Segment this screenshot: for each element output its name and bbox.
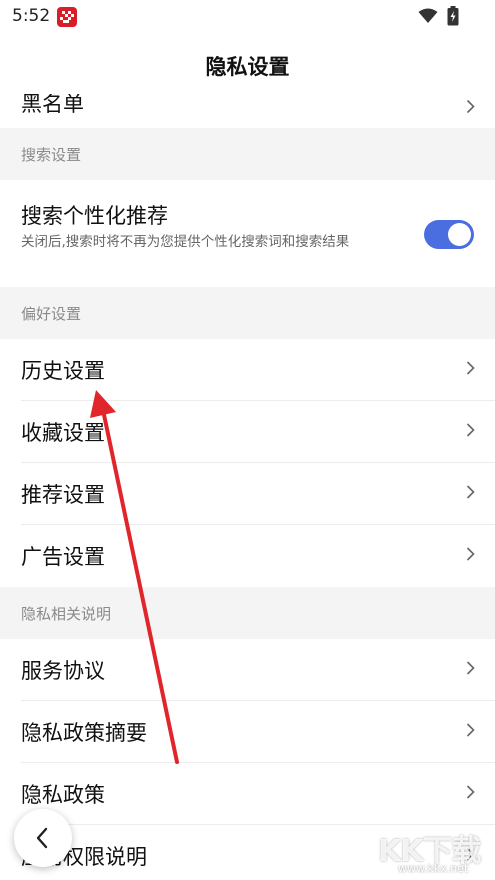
search-personalized-toggle[interactable] [424, 220, 474, 249]
section-label: 偏好设置 [21, 305, 82, 323]
chevron-right-icon [466, 423, 475, 442]
battery-charging-icon [447, 6, 459, 30]
watermark-url: www.kkx.net [398, 862, 469, 875]
search-personalized-row: 搜索个性化推荐 关闭后,搜索时将不再为您提供个性化搜索词和搜索结果 [0, 180, 495, 287]
settings-scroll-area[interactable]: 黑名单 搜索设置 搜索个性化推荐 关闭后,搜索时将不再为您提供个性化搜索词和搜索… [0, 94, 495, 880]
settings-list: 黑名单 搜索设置 搜索个性化推荐 关闭后,搜索时将不再为您提供个性化搜索词和搜索… [0, 94, 495, 880]
favorites-settings-label: 收藏设置 [21, 421, 105, 445]
blacklist-row[interactable]: 黑名单 [0, 94, 495, 128]
app-logo-icon [57, 7, 77, 27]
history-settings-row[interactable]: 历史设置 [0, 339, 495, 401]
recommend-settings-row[interactable]: 推荐设置 [0, 463, 495, 525]
back-button[interactable] [14, 809, 72, 867]
section-header-privacy: 隐私相关说明 [0, 587, 495, 639]
search-personalized-description: 关闭后,搜索时将不再为您提供个性化搜索词和搜索结果 [21, 234, 350, 250]
service-agreement-row[interactable]: 服务协议 [0, 639, 495, 701]
status-bar: 5:52 [0, 0, 495, 34]
section-header-preference: 偏好设置 [0, 287, 495, 339]
blacklist-label: 黑名单 [21, 94, 84, 116]
chevron-right-icon [466, 361, 475, 380]
favorites-settings-row[interactable]: 收藏设置 [0, 401, 495, 463]
chevron-right-icon [466, 661, 475, 680]
chevron-left-icon [36, 827, 48, 849]
privacy-summary-label: 隐私政策摘要 [21, 721, 147, 745]
page-title: 隐私设置 [205, 55, 290, 79]
chevron-right-icon [466, 547, 475, 566]
app-header: 隐私设置 [0, 34, 495, 94]
chevron-right-icon [466, 99, 475, 118]
history-settings-label: 历史设置 [21, 359, 105, 383]
chevron-right-icon [466, 485, 475, 504]
privacy-policy-row[interactable]: 隐私政策 [0, 763, 495, 825]
wifi-icon [418, 8, 438, 28]
ad-settings-label: 广告设置 [21, 545, 105, 569]
recommend-settings-label: 推荐设置 [21, 483, 105, 507]
chevron-right-icon [466, 785, 475, 804]
section-header-search: 搜索设置 [0, 128, 495, 180]
toggle-knob [448, 223, 471, 246]
status-time: 5:52 [12, 6, 51, 26]
chevron-right-icon [466, 723, 475, 742]
section-label: 搜索设置 [21, 146, 82, 164]
privacy-summary-row[interactable]: 隐私政策摘要 [0, 701, 495, 763]
ad-settings-row[interactable]: 广告设置 [0, 525, 495, 587]
privacy-policy-label: 隐私政策 [21, 783, 105, 807]
section-label: 隐私相关说明 [21, 605, 112, 623]
service-agreement-label: 服务协议 [21, 659, 105, 683]
search-personalized-title: 搜索个性化推荐 [21, 204, 168, 228]
